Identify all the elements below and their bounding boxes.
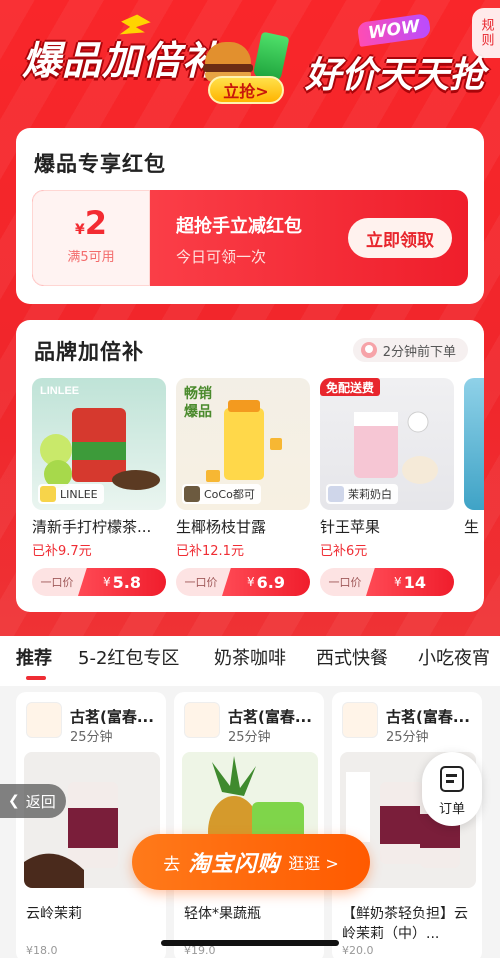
tab-western-fast-food[interactable]: 西式快餐	[316, 644, 388, 670]
currency-symbol: ¥	[247, 575, 255, 589]
back-label: 返回	[25, 792, 56, 811]
brand-name: CoCo都可	[204, 488, 255, 501]
brand-subsidy-card: 品牌加倍补 2分钟前下单 LINLEE LINLEE 清新手打柠檬茶... 已补…	[16, 320, 484, 612]
product-price: ¥6.9	[222, 568, 310, 596]
burger-patty	[203, 64, 253, 72]
order-icon	[440, 766, 464, 792]
store-product-name: 云岭茉莉	[26, 906, 82, 922]
tab-red-packet[interactable]: 5-2红包专区	[78, 644, 179, 670]
brand-logo-icon	[328, 486, 344, 502]
badge-line-2: 爆品	[184, 403, 212, 420]
banner-left-title: 爆品加倍补	[22, 39, 223, 84]
badge-line-1: 畅销	[184, 385, 212, 402]
coupon-card: 爆品专享红包 ¥2 满5可用 超抢手立减红包 今日可领一次 立即领取	[16, 128, 484, 304]
brand-section-title: 品牌加倍补	[34, 340, 144, 364]
coupon-section-title: 爆品专享红包	[34, 152, 166, 176]
delivery-time: 25分钟	[386, 730, 429, 745]
burger-icon	[205, 42, 251, 66]
tab-active-indicator	[26, 676, 46, 680]
coupon-condition: 满5可用	[67, 250, 115, 265]
buy-button[interactable]: 一口价 ¥14	[320, 568, 454, 596]
product-price: ¥5.8	[78, 568, 166, 596]
price-label: 一口价	[184, 576, 218, 589]
product-name: 清新手打柠檬茶...	[32, 518, 152, 536]
price-value: 5.8	[112, 572, 141, 592]
flash-prefix: 去	[163, 854, 181, 875]
claim-button[interactable]: 立即领取	[348, 218, 452, 258]
flash-suffix: 逛逛 >	[288, 854, 339, 873]
store-logo	[26, 702, 62, 738]
store-product-price: ¥20.0	[342, 944, 374, 957]
product-name: 生	[464, 518, 480, 536]
coupon-subtitle: 今日可领一次	[176, 248, 267, 266]
buy-button[interactable]: 一口价 ¥6.9	[176, 568, 310, 596]
product-image: 畅销 爆品 CoCo都可	[176, 378, 310, 510]
home-indicator	[161, 940, 339, 946]
delivery-time: 25分钟	[70, 730, 113, 745]
rules-button[interactable]: 规则	[472, 8, 500, 58]
price-label: 一口价	[328, 576, 362, 589]
store-product-name: 轻体*果蔬瓶	[184, 906, 261, 922]
brand-tag: 茉莉奶白	[326, 484, 398, 504]
product-image	[464, 378, 484, 510]
currency-symbol: ¥	[74, 222, 85, 238]
grab-button[interactable]: 立抢>	[208, 76, 284, 104]
brand-logo-icon	[184, 486, 200, 502]
price-label: 一口价	[40, 576, 74, 589]
drink-cup-icon	[252, 31, 290, 83]
tab-snacks-night[interactable]: 小吃夜宵	[418, 644, 490, 670]
order-label: 订单	[438, 802, 465, 817]
store-card[interactable]: 古茗(富春... 25分钟 轻体*果蔬瓶 ¥19.0	[174, 692, 324, 958]
brand-name: 茉莉奶白	[348, 488, 392, 501]
taobao-flash-button[interactable]: 去 淘宝闪购 逛逛 >	[132, 834, 370, 890]
coupon-name: 超抢手立减红包	[176, 216, 302, 237]
tab-recommend[interactable]: 推荐	[16, 644, 52, 670]
product-subsidy: 已补9.7元	[32, 544, 92, 559]
banner-right-title: 好价天天抢	[305, 55, 486, 96]
product-subsidy: 已补6元	[320, 544, 368, 559]
product-image: 免配送费 茉莉奶白	[320, 378, 454, 510]
coupon-amount-value: 2	[84, 204, 107, 242]
avatar	[360, 342, 377, 358]
store-product-price: ¥18.0	[26, 944, 58, 957]
currency-symbol: ¥	[394, 575, 402, 589]
tab-milk-tea-coffee[interactable]: 奶茶咖啡	[214, 644, 286, 670]
recent-order-badge: 2分钟前下单	[352, 338, 468, 362]
product-name: 生椰杨枝甘露	[176, 518, 267, 536]
product-price: ¥14	[366, 568, 454, 596]
currency-symbol: ¥	[103, 575, 111, 589]
store-name: 古茗(富春...	[228, 708, 312, 726]
brand-name: LINLEE	[60, 487, 98, 501]
promo-banner: 爆品加倍补 WOW 好价天天抢 立抢> 规则	[0, 0, 500, 128]
store-logo	[342, 702, 378, 738]
svg-text:LINLEE: LINLEE	[40, 385, 79, 397]
chevron-left-icon: ❮	[8, 793, 20, 809]
store-card[interactable]: 古茗(富春... 25分钟 云岭茉莉 ¥18.0	[16, 692, 166, 958]
product-name: 针王苹果	[320, 518, 381, 536]
buy-button[interactable]: 一口价 ¥5.8	[32, 568, 166, 596]
price-value: 6.9	[256, 572, 285, 592]
store-product-name: 【鲜奶茶轻负担】云岭茉莉（中）...	[342, 906, 468, 942]
coupon-amount: ¥2	[32, 204, 150, 242]
price-value: 14	[403, 572, 426, 592]
product-subsidy: 已补12.1元	[176, 544, 244, 559]
category-tabs: 推荐 5-2红包专区 奶茶咖啡 西式快餐 小吃夜宵	[0, 636, 500, 686]
recent-order-text: 2分钟前下单	[382, 344, 456, 360]
delivery-time: 25分钟	[228, 730, 271, 745]
store-name: 古茗(富春...	[386, 708, 470, 726]
product-image: LINLEE LINLEE	[32, 378, 166, 510]
wow-badge: WOW	[356, 13, 432, 47]
free-delivery-badge: 免配送费	[326, 380, 374, 395]
order-button[interactable]: 订单	[422, 752, 482, 826]
product-carousel[interactable]: LINLEE LINLEE 清新手打柠檬茶... 已补9.7元 一口价 ¥5.8…	[32, 378, 484, 606]
coupon[interactable]: ¥2 满5可用 超抢手立减红包 今日可领一次 立即领取	[32, 190, 468, 286]
store-logo	[184, 702, 220, 738]
brand-tag: LINLEE	[38, 484, 104, 504]
back-button[interactable]: ❮ 返回	[0, 784, 66, 818]
brand-logo-icon	[40, 486, 56, 502]
brand-tag: CoCo都可	[182, 484, 261, 504]
flash-brand: 淘宝闪购	[188, 852, 281, 877]
store-name: 古茗(富春...	[70, 708, 154, 726]
